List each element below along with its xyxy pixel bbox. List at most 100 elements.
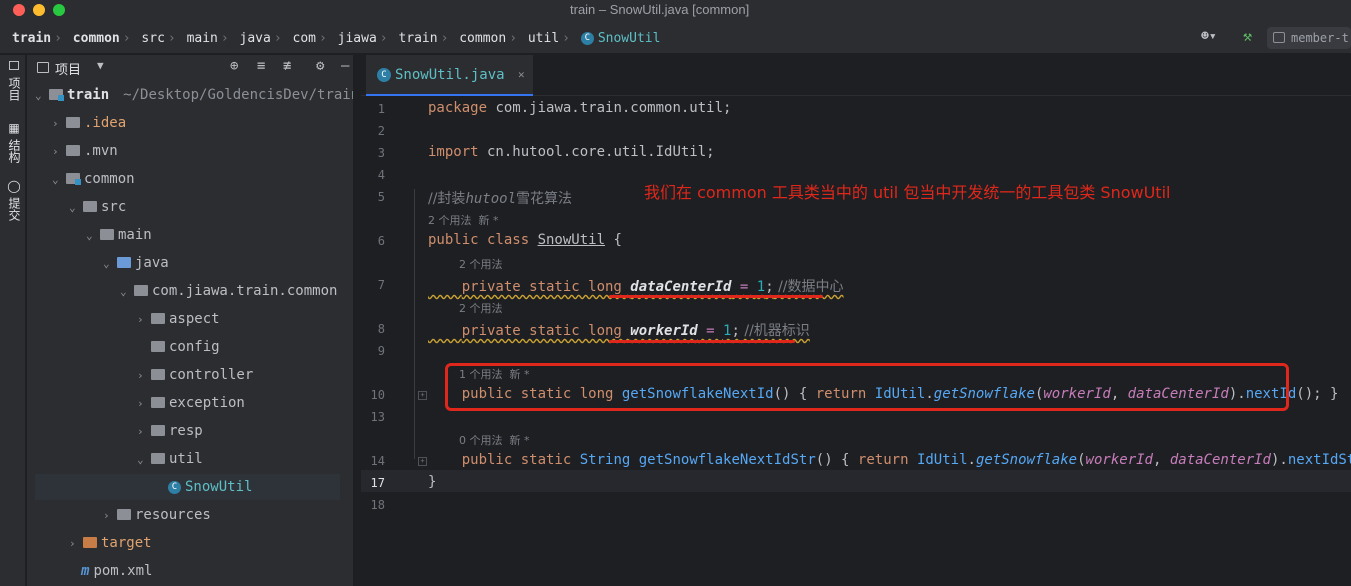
tree-item-pom[interactable]: m pom.xml (35, 558, 340, 584)
tree-item-idea[interactable]: › .idea (35, 110, 340, 136)
class-icon: C (580, 32, 594, 45)
tree-item-label: exception (169, 395, 245, 411)
method-call: getSnowflake (975, 452, 1078, 468)
gear-icon[interactable]: ⚙ (316, 58, 324, 74)
breadcrumb-item[interactable]: src (141, 31, 164, 46)
chevron-down-icon: ⌄ (86, 229, 93, 242)
structure-icon: ▦ (7, 121, 21, 135)
usage-hint[interactable]: 2 个用法 新 * (428, 212, 499, 228)
code-text: { (605, 232, 622, 248)
package-icon (151, 341, 165, 352)
hide-panel-icon[interactable]: — (341, 58, 349, 74)
tree-item-aspect[interactable]: › aspect (35, 306, 340, 332)
tool-tab-project[interactable]: 项目 (3, 61, 23, 101)
chevron-right-icon: › (167, 31, 176, 46)
usage-hint[interactable]: 0 个用法 新 * (459, 432, 530, 448)
comment: hutool (465, 191, 517, 207)
tree-item-exception[interactable]: › exception (35, 390, 340, 416)
code-text: ( (1077, 452, 1086, 468)
tree-item-java[interactable]: ⌄ java (35, 250, 340, 276)
folder-icon (66, 145, 80, 156)
breadcrumb-item[interactable]: SnowUtil (598, 31, 661, 46)
run-config-button[interactable]: member-t (1267, 27, 1351, 49)
usage-hint[interactable]: 2 个用法 (459, 300, 503, 316)
breadcrumb-item[interactable]: java (240, 31, 271, 46)
tree-item-util[interactable]: ⌄ util (35, 446, 340, 472)
tree-item-src[interactable]: ⌄ src (35, 194, 340, 220)
code-line: private static long workerId = 1; //机器标识 (428, 320, 810, 340)
tool-tab-project-label: 项目 (7, 76, 21, 101)
usage-hint[interactable]: 2 个用法 (459, 256, 503, 272)
module-folder-icon (66, 173, 81, 185)
breadcrumb-item[interactable]: train (12, 31, 51, 46)
annotation-text: 我们在 common 工具类当中的 util 包当中开发统一的工具包类 Snow… (644, 183, 1171, 202)
keyword: private static long (461, 323, 631, 339)
chevron-right-icon: › (52, 145, 59, 158)
folder-icon (83, 201, 97, 212)
class-name: SnowUtil (537, 232, 606, 248)
code-text: () { (815, 452, 858, 468)
user-icon[interactable]: ☻▾ (1201, 29, 1217, 44)
locate-icon[interactable]: ⊕ (230, 58, 238, 74)
tree-item-label: resources (135, 507, 211, 523)
code-text: = (697, 323, 724, 339)
collapse-all-icon[interactable]: ≢ (283, 58, 291, 74)
tree-item-main[interactable]: ⌄ main (35, 222, 340, 248)
breadcrumb-item[interactable]: util (528, 31, 559, 46)
number: 1 (756, 279, 766, 295)
maven-icon: m (81, 563, 90, 579)
commit-icon: ◯ (7, 179, 21, 193)
breadcrumb-item[interactable]: common (73, 31, 120, 46)
method-name: getSnowflakeNextIdStr (638, 452, 816, 468)
code-line: package com.jiawa.train.common.util; (428, 100, 731, 116)
code-text: = (731, 279, 757, 295)
tree-item-label: resp (169, 423, 203, 439)
keyword: private static long (461, 279, 631, 295)
field-ref: dataCenterId (1169, 452, 1271, 468)
tree-item-label: config (169, 339, 220, 355)
expand-all-icon[interactable]: ≡ (257, 58, 265, 74)
breadcrumb-item[interactable]: train (398, 31, 437, 46)
excluded-folder-icon (83, 537, 97, 548)
chevron-down-icon: ⌄ (69, 201, 76, 214)
code-area[interactable]: package com.jiawa.train.common.util; imp… (361, 97, 1351, 586)
tree-item-mvn[interactable]: › .mvn (35, 138, 340, 164)
chevron-down-icon[interactable]: ▼ (97, 59, 104, 72)
breadcrumb-item[interactable]: common (459, 31, 506, 46)
tree-item-label: pom.xml (93, 563, 153, 579)
breadcrumb-item[interactable]: jiawa (338, 31, 377, 46)
tool-tab-structure[interactable]: ▦ 结构 (3, 121, 23, 163)
tool-tab-commit-label: 提交 (7, 196, 21, 221)
editor-tab-snowutil[interactable]: C SnowUtil.java ✕ (366, 55, 533, 96)
tree-item-train[interactable]: ⌄ train ~/Desktop/GoldencisDev/train (35, 82, 359, 108)
panel-splitter[interactable] (353, 55, 361, 586)
tree-item-package[interactable]: ⌄ com.jiawa.train.common (35, 278, 340, 304)
chevron-right-icon: › (137, 369, 144, 382)
tree-item-resp[interactable]: › resp (35, 418, 340, 444)
tool-window-strip: 项目 ▦ 结构 ◯ 提交 (0, 55, 26, 586)
breadcrumb-item[interactable]: com (293, 31, 316, 46)
package-icon (151, 397, 165, 408)
breadcrumb-item[interactable]: main (187, 31, 218, 46)
tree-item-common[interactable]: ⌄ common (35, 166, 340, 192)
chevron-right-icon: › (137, 425, 144, 438)
chevron-right-icon: › (379, 31, 388, 46)
close-icon[interactable]: ✕ (518, 55, 525, 95)
class-icon: C (168, 480, 181, 494)
tree-item-snowutil[interactable]: C SnowUtil (35, 474, 340, 500)
tree-item-resources[interactable]: › resources (35, 502, 340, 528)
code-text: cn.hutool.core.util.IdUtil; (478, 144, 715, 160)
annotation-underline (609, 340, 795, 343)
tree-item-config[interactable]: config (35, 334, 340, 360)
tree-item-controller[interactable]: › controller (35, 362, 340, 388)
folder-icon (100, 229, 114, 240)
tree-item-label: common (84, 171, 135, 187)
project-panel-title[interactable]: 项目 (55, 59, 81, 78)
tree-item-target[interactable]: › target (35, 530, 340, 556)
comment: //机器标识 (739, 323, 810, 339)
hammer-icon[interactable]: ⚒ (1243, 27, 1252, 45)
tree-item-label: train (67, 87, 110, 103)
tool-tab-commit[interactable]: ◯ 提交 (3, 179, 23, 221)
package-icon (151, 313, 165, 324)
tree-item-label: src (101, 199, 127, 215)
